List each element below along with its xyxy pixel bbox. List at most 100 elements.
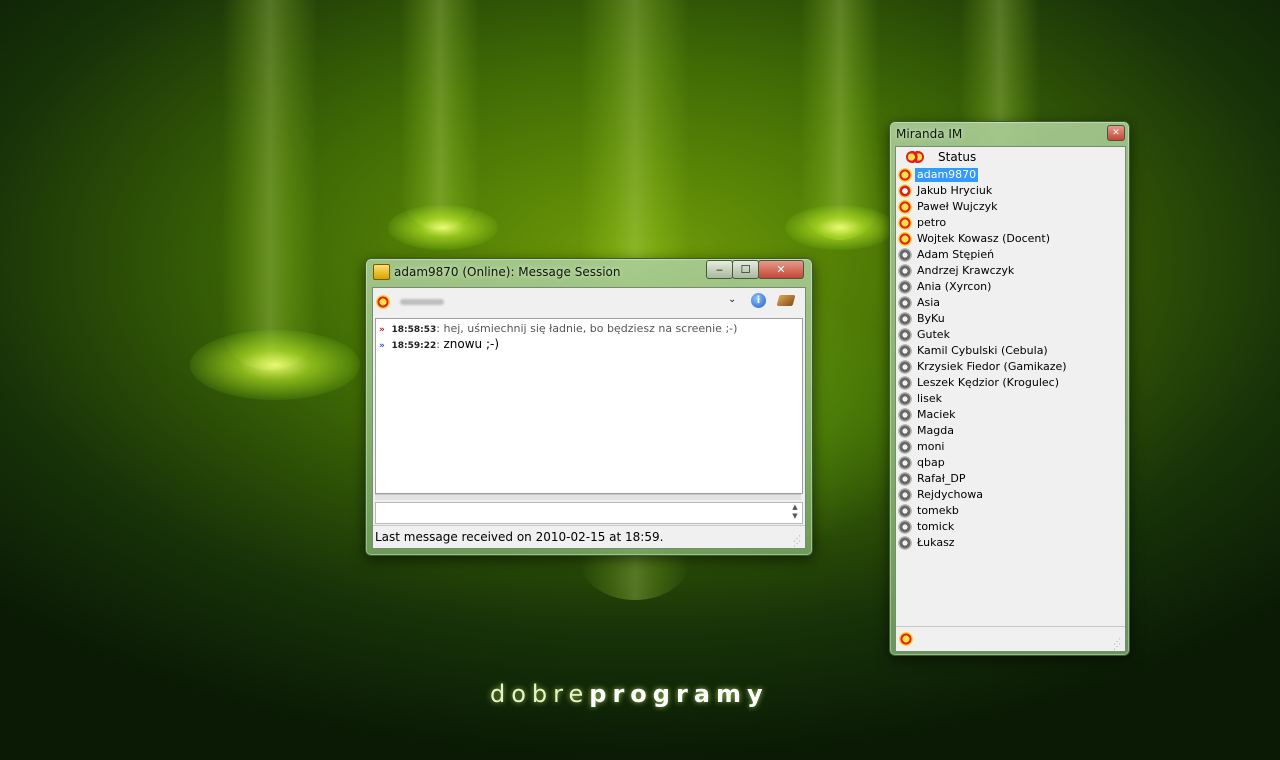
contact-item[interactable]: qbap <box>896 455 1125 471</box>
message-window-app-icon <box>373 264 390 280</box>
contact-list-scrollbar[interactable] <box>1121 167 1125 623</box>
outgoing-arrow-icon: » <box>379 341 385 351</box>
contact-name: tomick <box>917 520 955 533</box>
offline-status-icon <box>898 360 912 374</box>
contact-list-statusbar: ⋰ ⋰ <box>896 626 1125 651</box>
wallpaper-glow <box>190 330 360 400</box>
contact-list-title: Miranda IM <box>896 127 963 141</box>
contact-name: Maciek <box>917 408 956 421</box>
offline-status-icon <box>898 344 912 358</box>
contact-list-window: Miranda IM ✕ Status adam9870 Jakub Hryciu… <box>889 121 1130 656</box>
offline-status-icon <box>898 520 912 534</box>
resize-grip[interactable]: ⋰ ⋰ <box>793 535 803 548</box>
contact-name: Gutek <box>917 328 950 341</box>
my-status-icon[interactable] <box>899 632 913 646</box>
online-status-icon <box>898 200 912 214</box>
contact-status-icon[interactable] <box>376 295 390 309</box>
maximize-button[interactable]: ☐ <box>732 260 759 279</box>
wallpaper-light-tube <box>400 0 480 230</box>
contact-item[interactable]: Łukasz <box>896 535 1125 551</box>
contact-item[interactable]: adam9870 <box>896 167 1125 183</box>
offline-status-icon <box>898 296 912 310</box>
away-status-icon <box>898 184 912 198</box>
contact-item[interactable]: Kamil Cybulski (Cebula) <box>896 343 1125 359</box>
offline-status-icon <box>898 392 912 406</box>
minimize-button[interactable]: ‒ <box>706 260 733 279</box>
incoming-arrow-icon: » <box>379 325 385 335</box>
online-status-icon <box>898 232 912 246</box>
contact-item[interactable]: moni <box>896 439 1125 455</box>
last-message-status: Last message received on 2010-02-15 at 1… <box>375 530 664 544</box>
contact-item[interactable]: tomekb <box>896 503 1125 519</box>
contact-list-titlebar[interactable]: Miranda IM ✕ <box>890 122 1129 148</box>
contact-name: Adam Stępień <box>917 248 995 261</box>
offline-status-icon <box>898 440 912 454</box>
history-message-incoming: » 18:58:53: hej, uśmiechnij się ładnie, … <box>379 322 738 335</box>
history-icon[interactable] <box>776 295 796 306</box>
close-button[interactable]: ✕ <box>758 260 804 279</box>
contact-item[interactable]: Maciek <box>896 407 1125 423</box>
contact-item[interactable]: Ania (Xyrcon) <box>896 279 1125 295</box>
resize-grip[interactable]: ⋰ ⋰ <box>1113 638 1123 651</box>
message-session-window: adam9870 (Online): Message Session ‒ ☐ ✕… <box>365 258 813 556</box>
contact-name: petro <box>917 216 947 229</box>
contact-name: Leszek Kędzior (Krogulec) <box>917 376 1060 389</box>
close-button[interactable]: ✕ <box>1107 125 1125 141</box>
message-statusbar: Last message received on 2010-02-15 at 1… <box>373 525 805 548</box>
contact-name: Jakub Hryciuk <box>917 184 993 197</box>
offline-status-icon <box>898 472 912 486</box>
message-window-client: ⌄ i » 18:58:53: hej, uśmiechnij się ładn… <box>372 287 806 549</box>
global-status-icon <box>906 151 924 163</box>
contact-item[interactable]: Krzysiek Fiedor (Gamikaze) <box>896 359 1125 375</box>
offline-status-icon <box>898 248 912 262</box>
message-window-title: adam9870 (Online): Message Session <box>394 265 621 279</box>
offline-status-icon <box>898 456 912 470</box>
contact-item[interactable]: tomick <box>896 519 1125 535</box>
offline-status-icon <box>898 488 912 502</box>
message-window-titlebar[interactable]: adam9870 (Online): Message Session ‒ ☐ ✕ <box>366 259 812 285</box>
contact-item[interactable]: Paweł Wujczyk <box>896 199 1125 215</box>
wallpaper-glow <box>388 205 498 250</box>
contact-name: Kamil Cybulski (Cebula) <box>917 344 1048 357</box>
wallpaper-light-tube <box>222 0 318 370</box>
message-history-log[interactable]: » 18:58:53: hej, uśmiechnij się ładnie, … <box>375 318 803 494</box>
contact-name: Łukasz <box>917 536 955 549</box>
contact-item[interactable]: petro <box>896 215 1125 231</box>
contact-list: adam9870 Jakub Hryciuk Paweł Wujczyk petro W… <box>896 167 1125 551</box>
contact-name: lisek <box>917 392 942 405</box>
contact-item[interactable]: Wojtek Kowasz (Docent) <box>896 231 1125 247</box>
message-toolbar: ⌄ i <box>373 288 805 316</box>
status-label: Status <box>938 150 977 164</box>
contact-name: qbap <box>917 456 945 469</box>
contact-name: Rafał_DP <box>917 472 966 485</box>
offline-status-icon <box>898 264 912 278</box>
contact-item[interactable]: Gutek <box>896 327 1125 343</box>
wallpaper-light-tube <box>800 0 880 240</box>
contact-name: Ania (Xyrcon) <box>917 280 992 293</box>
contact-name: Rejdychowa <box>917 488 983 501</box>
contact-item[interactable]: ByKu <box>896 311 1125 327</box>
contact-name: tomekb <box>917 504 959 517</box>
contact-name: Wojtek Kowasz (Docent) <box>917 232 1050 245</box>
contact-item[interactable]: Magda <box>896 423 1125 439</box>
contact-name: Paweł Wujczyk <box>917 200 998 213</box>
input-scrollbar[interactable]: ▲ ▼ <box>788 503 802 523</box>
contact-item[interactable]: Jakub Hryciuk <box>896 183 1125 199</box>
contact-name: moni <box>917 440 945 453</box>
menu-arrow-icon[interactable]: ⌄ <box>728 294 736 305</box>
offline-status-icon <box>898 280 912 294</box>
offline-status-icon <box>898 328 912 342</box>
offline-status-icon <box>898 536 912 550</box>
contact-item[interactable]: Rafał_DP <box>896 471 1125 487</box>
info-icon[interactable]: i <box>751 293 766 308</box>
contact-name: ByKu <box>917 312 945 325</box>
contact-item[interactable]: lisek <box>896 391 1125 407</box>
contact-item[interactable]: Rejdychowa <box>896 487 1125 503</box>
contact-item[interactable]: Asia <box>896 295 1125 311</box>
contact-item[interactable]: Andrzej Krawczyk <box>896 263 1125 279</box>
message-input[interactable]: ▲ ▼ <box>375 502 803 524</box>
online-status-icon <box>898 168 912 182</box>
contact-item[interactable]: Adam Stępień <box>896 247 1125 263</box>
contact-item[interactable]: Leszek Kędzior (Krogulec) <box>896 375 1125 391</box>
message-splitter[interactable] <box>375 494 801 500</box>
